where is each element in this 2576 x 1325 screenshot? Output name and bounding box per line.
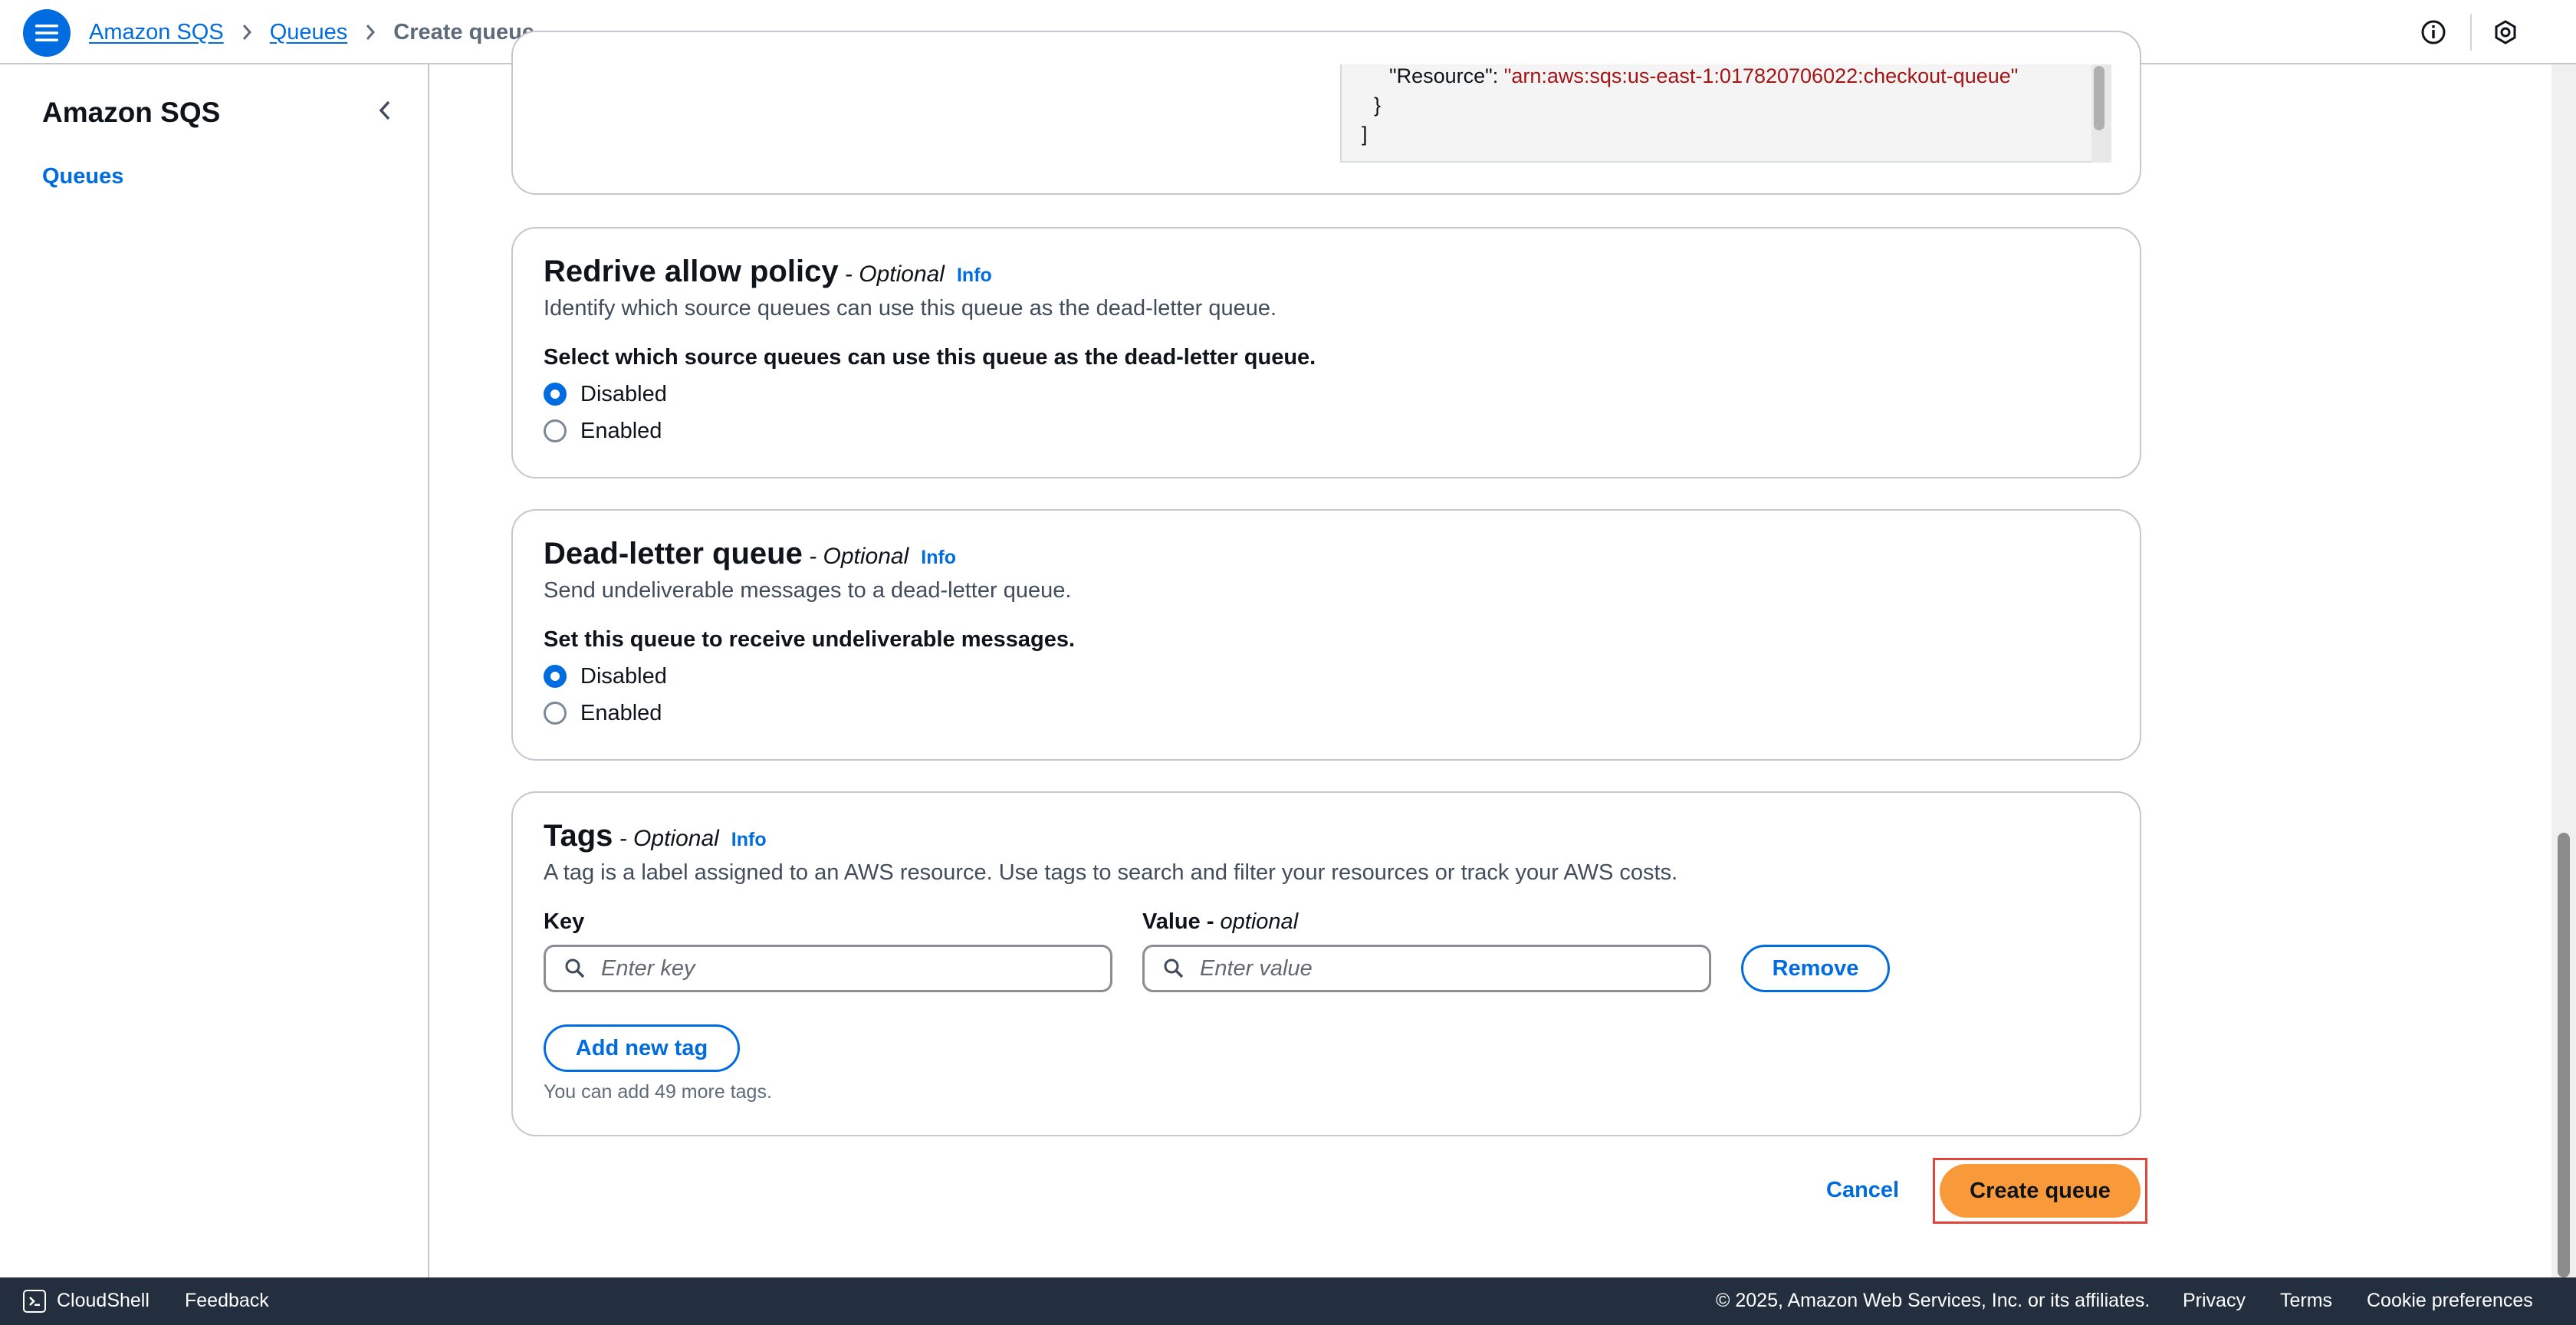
copyright-text: © 2025, Amazon Web Services, Inc. or its… <box>1716 1290 2150 1311</box>
dlq-question: Set this queue to receive undeliverable … <box>544 627 1076 652</box>
radio-unselected[interactable] <box>544 419 567 442</box>
feedback-link[interactable]: Feedback <box>185 1290 269 1312</box>
radio-unselected[interactable] <box>544 702 567 725</box>
hamburger-icon <box>35 25 58 41</box>
create-queue-button[interactable]: Create queue <box>1940 1164 2141 1218</box>
redrive-option-disabled[interactable]: Disabled <box>544 379 667 409</box>
info-icon[interactable] <box>2417 15 2450 49</box>
chevron-right-icon <box>347 23 393 41</box>
privacy-link[interactable]: Privacy <box>2183 1290 2246 1312</box>
dlq-title: Dead-letter queue - Optional Info <box>544 537 957 570</box>
tags-description: A tag is a label assigned to an AWS reso… <box>544 860 1678 885</box>
redrive-title: Redrive allow policy - Optional Info <box>544 255 992 288</box>
console-footer: CloudShell Feedback © 2025, Amazon Web S… <box>0 1277 2576 1325</box>
radio-selected[interactable] <box>544 665 567 688</box>
tags-remaining-hint: You can add 49 more tags. <box>544 1081 772 1103</box>
optional-label: - Optional <box>838 261 945 287</box>
search-icon <box>1163 957 1186 980</box>
breadcrumb-amazon-sqs[interactable]: Amazon SQS <box>89 20 224 45</box>
code-line-resource: "Resource": "arn:aws:sqs:us-east-1:01782… <box>1389 64 2019 87</box>
code-line-bracket: ] <box>1362 123 1368 146</box>
side-navigation: Amazon SQS Queues <box>0 64 429 1277</box>
tag-key-placeholder: Enter key <box>601 955 695 981</box>
policy-json-editor[interactable]: "Resource": "arn:aws:sqs:us-east-1:01782… <box>1340 64 2111 163</box>
tags-info-link[interactable]: Info <box>731 829 767 850</box>
cookie-preferences-link[interactable]: Cookie preferences <box>2367 1290 2533 1312</box>
code-line-brace: } <box>1374 94 1382 117</box>
cloudshell-icon[interactable] <box>23 1290 46 1313</box>
redrive-option-enabled[interactable]: Enabled <box>544 416 662 446</box>
page-scrollbar-thumb[interactable] <box>2558 833 2570 1277</box>
remove-tag-button[interactable]: Remove <box>1741 945 1890 992</box>
divider <box>2470 14 2472 51</box>
dead-letter-queue-container: Dead-letter queue - Optional Info Send un… <box>511 509 2141 761</box>
breadcrumb: Amazon SQS Queues Create queue <box>89 17 534 48</box>
menu-button[interactable] <box>23 9 71 57</box>
search-icon <box>564 957 587 980</box>
breadcrumb-current: Create queue <box>393 19 534 44</box>
dlq-description: Send undeliverable messages to a dead-le… <box>544 578 1072 603</box>
editor-scrollbar-thumb[interactable] <box>2094 66 2104 130</box>
chevron-left-icon <box>379 100 390 120</box>
cancel-button[interactable]: Cancel <box>1826 1178 1899 1203</box>
dlq-info-link[interactable]: Info <box>921 547 956 568</box>
sidebar-item-queues[interactable]: Queues <box>42 164 123 189</box>
sidenav-title: Amazon SQS <box>42 97 221 128</box>
redrive-question: Select which source queues can use this … <box>544 345 1316 370</box>
optional-label: - Optional <box>802 544 909 569</box>
breadcrumb-queues[interactable]: Queues <box>270 20 348 45</box>
add-new-tag-button[interactable]: Add new tag <box>544 1024 740 1072</box>
tags-title: Tags - Optional Info <box>544 819 767 853</box>
optional-label: - Optional <box>613 826 719 851</box>
tag-key-input[interactable]: Enter key <box>544 945 1112 992</box>
tags-container: Tags - Optional Info A tag is a label ass… <box>511 791 2141 1136</box>
key-label: Key <box>544 909 585 934</box>
collapse-sidenav-button[interactable] <box>370 95 400 126</box>
chevron-right-icon <box>224 23 270 41</box>
dlq-option-enabled[interactable]: Enabled <box>544 698 662 728</box>
radio-selected[interactable] <box>544 383 567 406</box>
redrive-info-link[interactable]: Info <box>957 265 992 286</box>
terms-link[interactable]: Terms <box>2280 1290 2332 1312</box>
value-label: Value - optional <box>1142 909 1299 934</box>
redrive-policy-container: Redrive allow policy - Optional Info Iden… <box>511 227 2141 478</box>
tag-value-placeholder: Enter value <box>1200 955 1313 981</box>
tag-value-input[interactable]: Enter value <box>1142 945 1711 992</box>
dlq-option-disabled[interactable]: Disabled <box>544 661 667 692</box>
cloudshell-link[interactable]: CloudShell <box>57 1290 150 1312</box>
redrive-description: Identify which source queues can use thi… <box>544 296 1277 321</box>
settings-hexagon-icon[interactable] <box>2489 15 2522 49</box>
